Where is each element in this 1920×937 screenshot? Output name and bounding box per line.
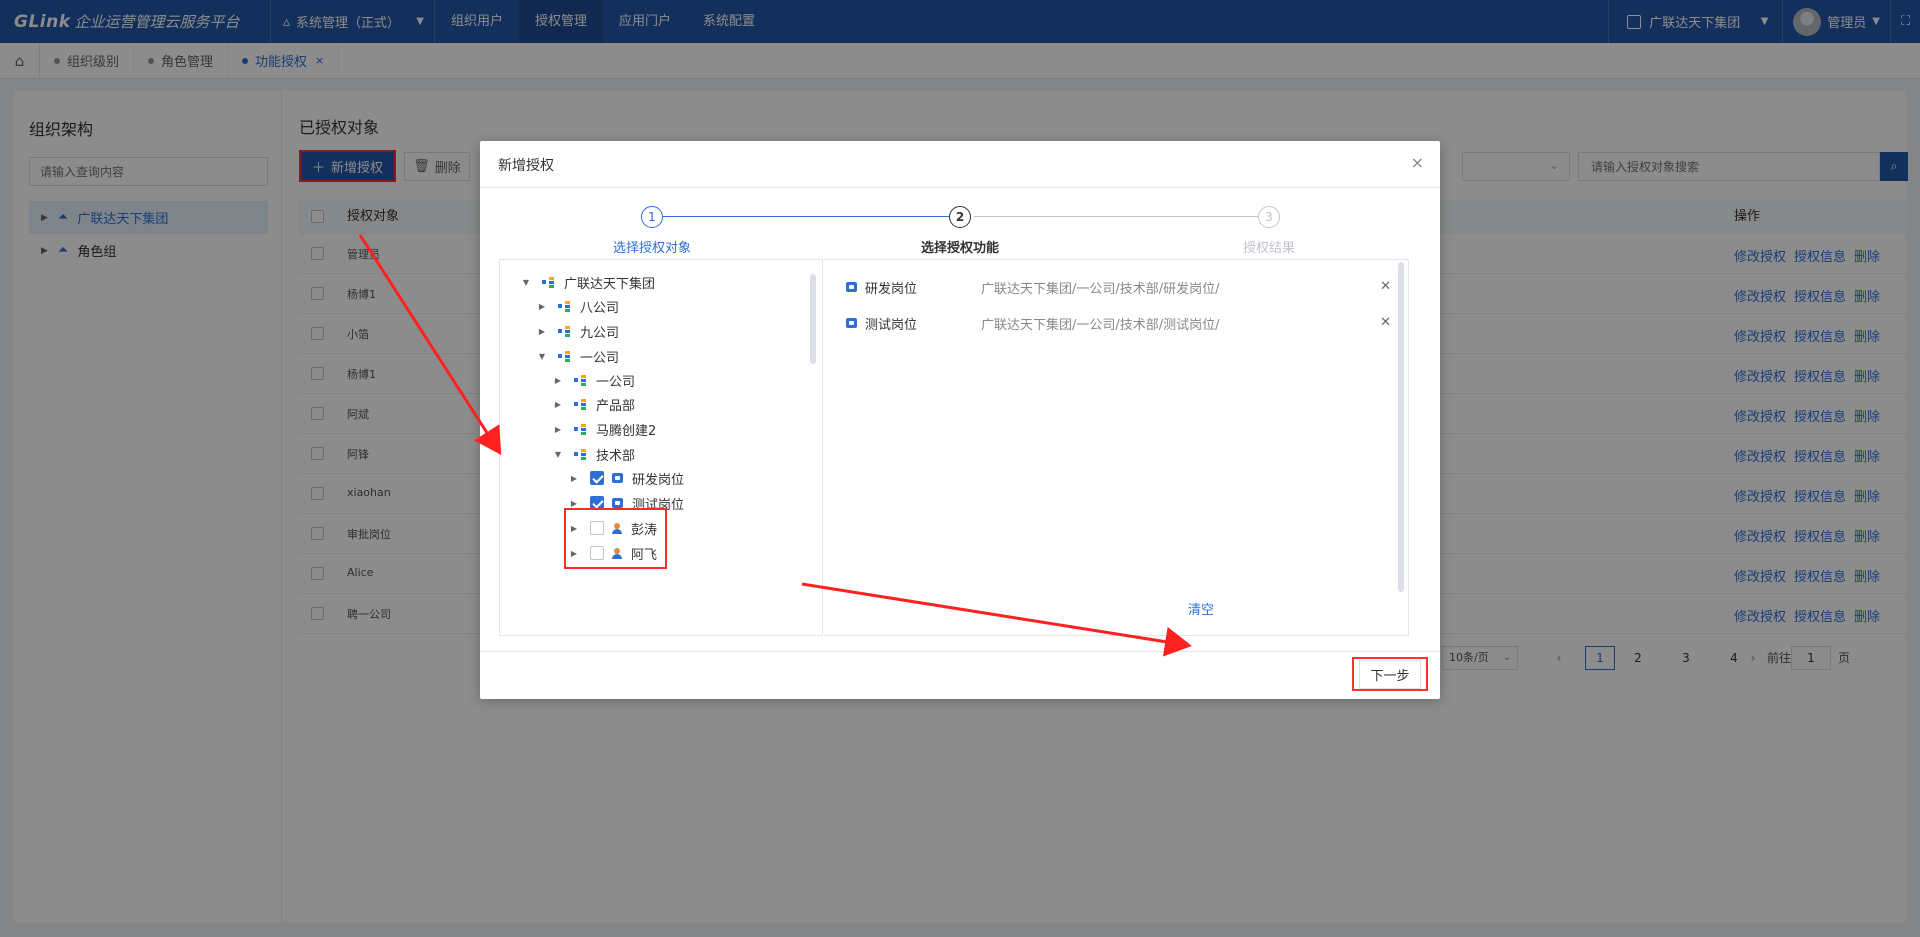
step-1-indicator: 1 (641, 206, 663, 228)
add-authorization-dialog: 新增授权 × 1 2 3 选择授权对象 选择授权功能 授权结果 ▼ 广联达天下集团… (480, 141, 1440, 699)
selected-path: 广联达天下集团/一公司/技术部/研发岗位/ (981, 281, 1220, 297)
object-tree: ▼ 广联达天下集团 ▶ 八公司 ▶ 九公司 ▼ 一公司 ▶ 一公司 ▶ 产品部 ▶ 马腾创建2… (499, 259, 823, 636)
step-connector (662, 216, 952, 217)
collapse-icon[interactable]: ▼ (552, 450, 564, 459)
post-icon (846, 282, 857, 292)
step-3-indicator: 3 (1258, 206, 1280, 228)
org-icon (558, 350, 571, 362)
collapse-icon[interactable]: ▼ (520, 278, 532, 287)
button-label: 下一步 (1359, 659, 1421, 689)
dialog-footer (480, 651, 1440, 699)
org-icon (574, 423, 587, 435)
tree-node[interactable]: ▶ 九公司 (536, 319, 619, 343)
post-icon (612, 498, 623, 508)
tree-node-post[interactable]: ▶ 研发岗位 (568, 466, 684, 490)
expand-icon[interactable]: ▶ (536, 327, 548, 336)
highlight-box (564, 508, 667, 569)
selected-path: 广联达天下集团/一公司/技术部/测试岗位/ (981, 317, 1220, 333)
tree-node[interactable]: ▼ 一公司 (536, 344, 619, 368)
step-1-label: 选择授权对象 (612, 241, 691, 256)
org-icon (574, 448, 587, 460)
dialog-header: 新增授权 × (480, 141, 1440, 188)
next-step-button[interactable]: 下一步 (1352, 657, 1428, 691)
tree-node-label: 马腾创建2 (596, 423, 657, 439)
tree-node[interactable]: ▶ 一公司 (552, 368, 635, 392)
tree-node-label: 广联达天下集团 (564, 276, 656, 292)
step-3-label: 授权结果 (1242, 241, 1295, 256)
tree-node[interactable]: ▶ 产品部 (552, 392, 635, 416)
tree-node-label: 一公司 (596, 374, 636, 390)
org-icon (558, 325, 571, 337)
tree-node-label: 研发岗位 (632, 472, 685, 488)
selected-name: 研发岗位 (865, 281, 918, 297)
expand-icon[interactable]: ▶ (568, 474, 580, 483)
tree-node[interactable]: ▶ 八公司 (536, 294, 619, 318)
node-checkbox[interactable] (590, 471, 604, 485)
step-2-indicator: 2 (949, 206, 971, 228)
scrollbar[interactable] (810, 274, 816, 364)
org-icon (542, 276, 555, 288)
tree-node-group[interactable]: ▼ 广联达天下集团 (520, 270, 655, 294)
tree-node[interactable]: ▼ 技术部 (552, 442, 635, 466)
step-connector (974, 216, 1262, 217)
step-2-label: 选择授权功能 (920, 241, 999, 256)
tree-node-label: 九公司 (580, 325, 620, 341)
clear-all-link[interactable]: 清空 (1188, 599, 1214, 618)
post-icon (612, 473, 623, 483)
selected-item: 测试岗位 广联达天下集团/一公司/技术部/测试岗位/ ✕ (846, 313, 1391, 333)
close-icon[interactable]: × (1411, 153, 1424, 172)
tree-node-label: 产品部 (596, 398, 636, 414)
remove-icon[interactable]: ✕ (1380, 279, 1391, 294)
selected-name: 测试岗位 (865, 317, 918, 333)
selected-item: 研发岗位 广联达天下集团/一公司/技术部/研发岗位/ ✕ (846, 277, 1391, 297)
tree-node-label: 一公司 (580, 350, 620, 366)
post-icon (846, 318, 857, 328)
org-icon (574, 398, 587, 410)
scrollbar[interactable] (1398, 262, 1404, 592)
remove-icon[interactable]: ✕ (1380, 315, 1391, 330)
tree-node[interactable]: ▶ 马腾创建2 (552, 417, 656, 441)
collapse-icon[interactable]: ▼ (536, 352, 548, 361)
tree-node-label: 技术部 (596, 448, 636, 464)
expand-icon[interactable]: ▶ (552, 400, 564, 409)
org-icon (574, 374, 587, 386)
expand-icon[interactable]: ▶ (568, 499, 580, 508)
selected-list: 研发岗位 广联达天下集团/一公司/技术部/研发岗位/ ✕ 测试岗位 广联达天下集… (824, 259, 1409, 636)
expand-icon[interactable]: ▶ (552, 425, 564, 434)
expand-icon[interactable]: ▶ (536, 302, 548, 311)
org-icon (558, 300, 571, 312)
tree-node-label: 八公司 (580, 300, 620, 316)
dialog-title: 新增授权 (498, 158, 554, 174)
expand-icon[interactable]: ▶ (552, 376, 564, 385)
